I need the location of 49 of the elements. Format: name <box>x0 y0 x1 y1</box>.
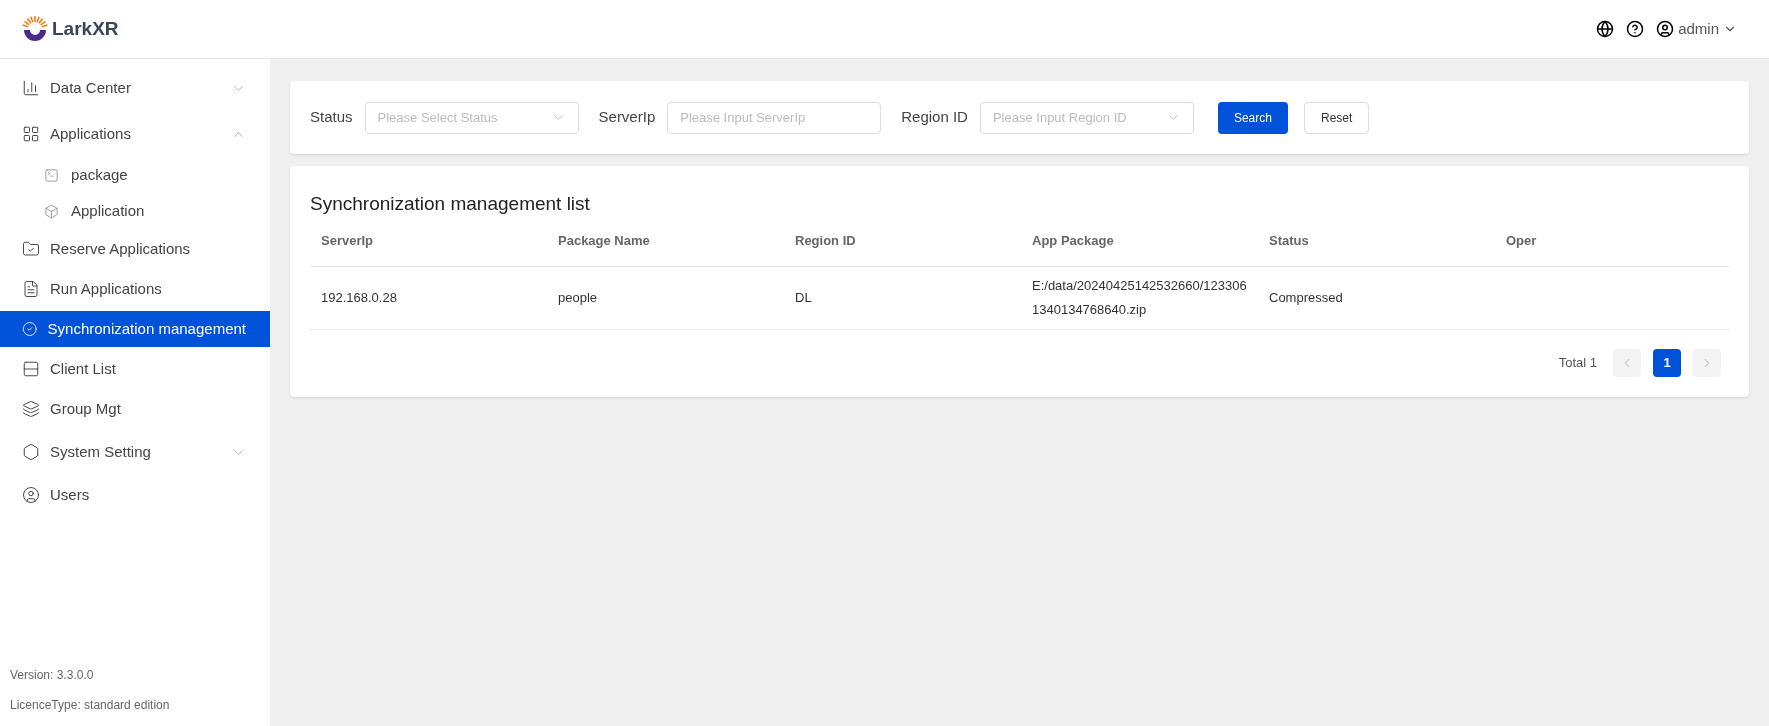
sidebar-item[interactable]: Data Center <box>0 70 270 106</box>
check-circle-icon <box>22 320 38 338</box>
folder-icon <box>22 240 40 258</box>
column-header: Status <box>1268 231 1310 250</box>
sidebar-item[interactable]: Users <box>0 477 270 513</box>
column-header: App Package <box>1031 231 1115 250</box>
table-cell-text: people <box>558 288 599 307</box>
user-menu[interactable]: admin <box>1656 17 1737 41</box>
hexagon-icon <box>22 443 40 461</box>
filter-label: Region ID <box>901 107 968 128</box>
column-header: Oper <box>1505 231 1538 250</box>
user-icon <box>22 486 40 504</box>
licence-text: LicenceType: standard edition <box>10 697 171 714</box>
column-header: Region ID <box>794 231 857 250</box>
chart-icon <box>22 79 40 97</box>
sidebar-item[interactable]: Reserve Applications <box>0 231 270 267</box>
filter-label: Status <box>310 107 353 128</box>
cube-icon <box>44 203 59 219</box>
sidebar-item[interactable]: Client List <box>0 351 270 387</box>
version-text: Version: 3.3.0.0 <box>10 667 95 684</box>
terminal-icon <box>44 167 59 183</box>
column-header: ServerIp <box>320 231 375 250</box>
grid-icon <box>22 125 40 143</box>
sidebar-item[interactable]: System Setting <box>0 434 270 470</box>
user-icon <box>1656 20 1675 38</box>
logo-icon <box>20 14 50 44</box>
sidebar-item[interactable]: Applications <box>0 116 270 152</box>
table-cell-text: 192.168.0.28 <box>321 288 398 307</box>
table-cell-text: Compressed <box>1269 288 1344 307</box>
globe-icon[interactable] <box>1596 20 1615 38</box>
logo-text: LarkXR <box>52 16 119 41</box>
help-icon[interactable] <box>1626 20 1645 38</box>
rows-icon <box>22 360 40 378</box>
table-cell-text: DL <box>795 288 813 307</box>
sidebar-subitem[interactable]: Application <box>0 193 270 229</box>
total-count: Total 1 <box>1558 353 1597 372</box>
page-button[interactable]: 1 <box>1653 348 1681 377</box>
table-cell-text: E:/data/20240425142532660/1233061340134768640.zip <box>1032 276 1247 319</box>
column-header: Package Name <box>557 231 651 250</box>
sidebar-item[interactable]: Synchronization management <box>0 311 270 347</box>
search-button[interactable]: Search <box>1217 101 1288 134</box>
sidebar-subitem[interactable]: package <box>0 157 270 193</box>
filter-label: ServerIp <box>598 107 656 128</box>
sidebar-item[interactable]: Run Applications <box>0 271 270 307</box>
reset-button[interactable]: Reset <box>1303 101 1370 134</box>
layers-icon <box>22 400 40 418</box>
table-title: Synchronization management list <box>310 192 591 216</box>
sidebar-item[interactable]: Group Mgt <box>0 391 270 427</box>
document-icon <box>22 280 40 298</box>
